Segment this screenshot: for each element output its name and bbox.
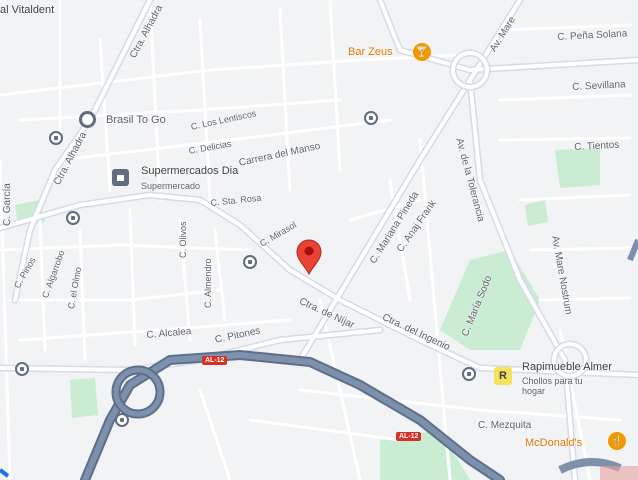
map-base-layer bbox=[0, 0, 638, 480]
poi-bar-zeus[interactable]: Bar Zeus bbox=[348, 46, 393, 58]
bus-stop-icon[interactable] bbox=[364, 111, 378, 125]
restaurant-icon[interactable]: 🍸 bbox=[413, 43, 431, 61]
park-area bbox=[70, 378, 98, 418]
restaurant-icon[interactable]: 🍴 bbox=[608, 432, 626, 450]
furniture-store-icon[interactable]: R bbox=[494, 367, 512, 385]
poi-label-vitaldent: al Vitaldent bbox=[0, 4, 55, 16]
bus-stop-icon[interactable] bbox=[243, 255, 257, 269]
bus-stop-icon[interactable] bbox=[66, 211, 80, 225]
shopping-icon[interactable] bbox=[112, 169, 129, 186]
street-label: C. Almendro bbox=[203, 258, 213, 308]
poi-mcdonalds[interactable]: McDonald's bbox=[525, 437, 582, 449]
park-area bbox=[555, 148, 600, 188]
place-icon[interactable] bbox=[79, 111, 96, 128]
bus-stop-icon[interactable] bbox=[462, 367, 476, 381]
route-shield: AL-12 bbox=[396, 432, 422, 441]
poi-brasil-to-go[interactable]: Brasil To Go bbox=[106, 114, 166, 126]
poi-supermercados-dia[interactable]: Supermercados Dia bbox=[141, 165, 238, 177]
bus-stop-icon[interactable] bbox=[49, 131, 63, 145]
poi-rapimueble-subtitle: Chollos para tu hogar bbox=[522, 376, 583, 396]
street-label: C. Olivos bbox=[178, 221, 188, 258]
street-label: C. Mezquita bbox=[478, 420, 532, 431]
street-label: C. Tientos bbox=[574, 139, 620, 153]
bus-stop-icon[interactable] bbox=[115, 413, 129, 427]
street-label: C. García bbox=[2, 183, 13, 226]
poi-rapimueble[interactable]: Rapimueble Almer bbox=[522, 361, 612, 373]
map-canvas[interactable]: al Vitaldent C. García Ctra. Alhadra Ctr… bbox=[0, 0, 638, 480]
route-shield: AL-12 bbox=[202, 356, 228, 365]
poi-supermercados-dia-subtitle: Supermercado bbox=[141, 181, 201, 191]
bus-stop-icon[interactable] bbox=[15, 362, 29, 376]
